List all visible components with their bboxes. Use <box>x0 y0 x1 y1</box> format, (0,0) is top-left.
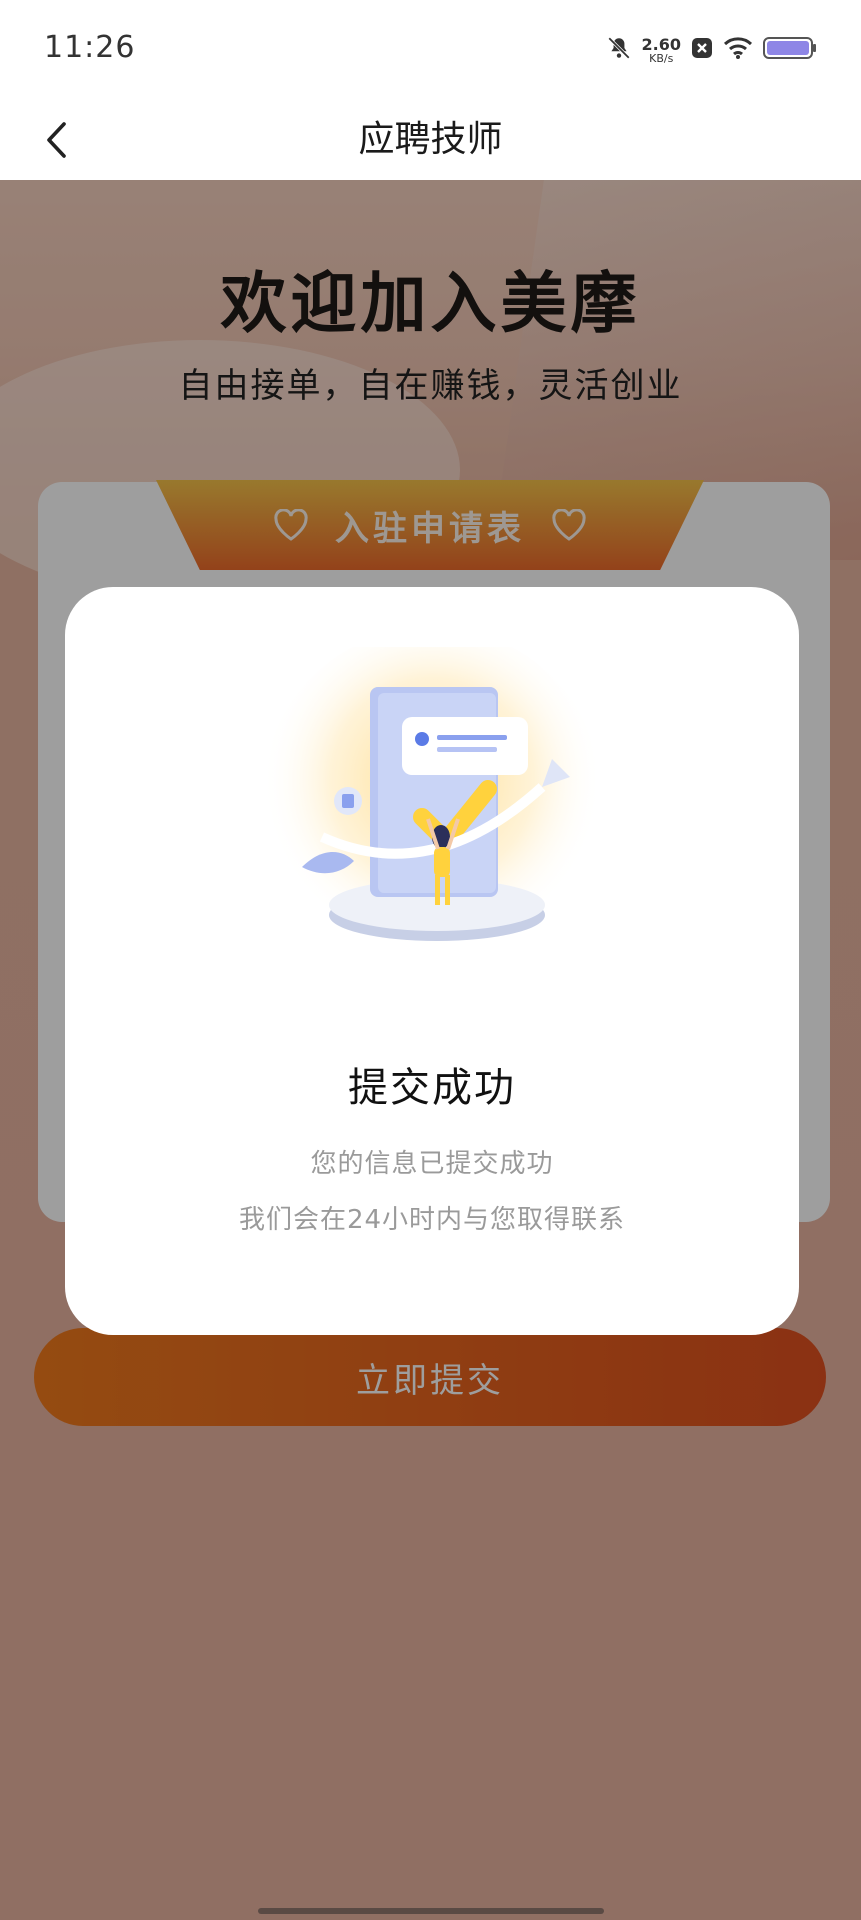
net-speed-value: 2.60 <box>641 34 681 54</box>
modal-message: 您的信息已提交成功 <box>310 1149 554 1179</box>
nav-bar: 应聘技师 <box>0 100 861 180</box>
status-time: 11:26 <box>44 30 136 65</box>
wifi-icon <box>723 36 753 64</box>
battery-icon <box>763 36 817 64</box>
success-modal: 提交成功 您的信息已提交成功 我们会在24小时内与您取得联系 <box>65 587 799 1335</box>
close-box-icon <box>691 37 713 63</box>
status-icons: 2.60 KB/s <box>606 32 817 68</box>
home-indicator[interactable] <box>258 1908 604 1914</box>
modal-message: 我们会在24小时内与您取得联系 <box>238 1205 626 1235</box>
page-title: 应聘技师 <box>358 119 503 160</box>
bell-muted-icon <box>606 35 632 65</box>
modal-title: 提交成功 <box>348 1065 516 1111</box>
status-bar: 11:26 2.60 KB/s <box>0 0 861 100</box>
net-speed-unit: KB/s <box>649 51 674 65</box>
net-speed: 2.60 KB/s <box>641 34 681 65</box>
success-illustration <box>242 627 622 977</box>
